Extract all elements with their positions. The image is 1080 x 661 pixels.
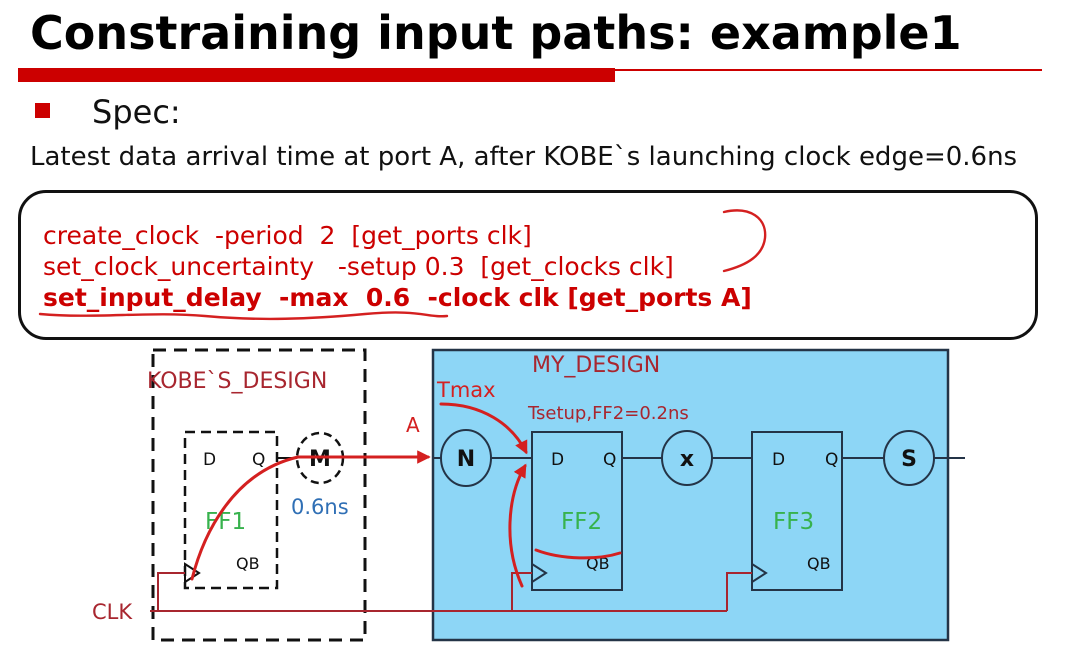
ff1-qb-pin: QB — [236, 554, 260, 573]
diagram-canvas: KOBE`S_DESIGN D Q FF1 QB M 0.6ns MY_DESI… — [38, 209, 965, 642]
port-a-label: A — [406, 413, 420, 437]
ff3-qb-pin: QB — [807, 554, 831, 573]
m-block-label: M — [309, 447, 331, 472]
ff2-name: FF2 — [561, 509, 602, 535]
kobe-design-label: KOBE`S_DESIGN — [147, 369, 327, 394]
slide: Constraining input paths: example1 Spec:… — [0, 0, 1080, 661]
ff3-q-pin: Q — [825, 450, 838, 470]
ff1-q-pin: Q — [252, 450, 265, 470]
x-block-label: x — [680, 447, 694, 472]
ff3-d-pin: D — [772, 450, 785, 470]
clk-label: CLK — [92, 600, 133, 624]
handwritten-underline — [38, 311, 449, 321]
clk-to-ff1-wire — [157, 572, 185, 611]
ff2-d-pin: D — [551, 450, 564, 470]
m-block-delay: 0.6ns — [291, 495, 349, 519]
ff2-q-pin: Q — [603, 450, 616, 470]
handwritten-bracket — [722, 209, 767, 273]
tsetup-label: Tsetup,FF2=0.2ns — [527, 403, 689, 424]
kobe-design-block: KOBE`S_DESIGN D Q FF1 QB M 0.6ns — [147, 348, 367, 642]
s-block-label: S — [901, 447, 917, 472]
my-design-boundary — [431, 348, 950, 642]
tmax-label: Tmax — [436, 378, 496, 402]
my-design-label: MY_DESIGN — [532, 353, 660, 378]
ff3-name: FF3 — [773, 509, 814, 535]
ff1-d-pin: D — [203, 450, 216, 470]
n-block-label: N — [457, 447, 475, 472]
